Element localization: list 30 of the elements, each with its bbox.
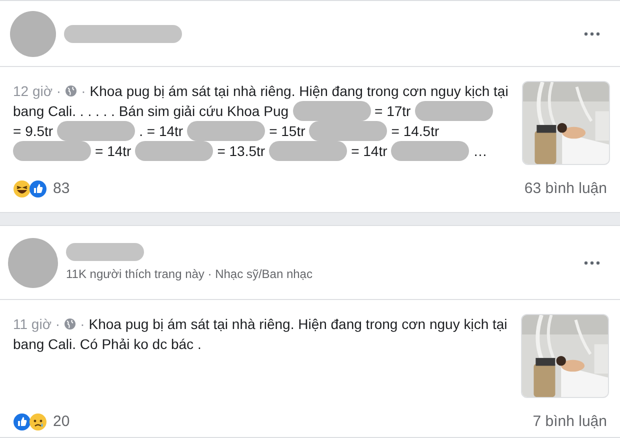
post-text: = 13.5tr — [217, 142, 266, 161]
reaction-count[interactable]: 83 — [53, 178, 70, 200]
post-time[interactable]: 11 giờ · — [13, 314, 60, 334]
post-text: = 9.5tr — [13, 122, 54, 141]
post-text: bang Cali. Có Phải ko dc bác . — [13, 335, 202, 354]
post-text: = 14.5tr — [391, 122, 440, 141]
post-text: . = 14tr — [139, 122, 184, 141]
post-text: Khoa pug bị ám sát tại nhà riêng. Hiện đang trong cơn nguy kịch tại — [88, 315, 508, 334]
thumbs-up-icon — [13, 412, 31, 431]
post-text: = 15tr — [269, 122, 306, 141]
more-icon[interactable] — [584, 32, 600, 36]
globe-icon — [65, 85, 78, 97]
sad-emoji-icon — [29, 412, 47, 431]
post-time[interactable]: 12 giờ · — [13, 81, 62, 101]
reaction-count[interactable]: 20 — [53, 410, 70, 433]
comment-count[interactable]: 7 bình luận — [532, 410, 607, 433]
thumbs-up-icon — [29, 180, 47, 198]
separator: · — [80, 315, 85, 334]
comment-count[interactable]: 63 bình luận — [524, 178, 607, 200]
page-subtitle: 11K người thích trang này · Nhạc sỹ/Ban nhạc — [66, 266, 312, 282]
post-text: = 14tr — [351, 142, 388, 161]
post-text: … — [473, 142, 488, 161]
post-text: = 14tr — [95, 142, 132, 161]
separator: · — [81, 82, 86, 101]
post-text: Khoa pug bị ám sát tại nhà riêng. Hiện đang trong cơn nguy kịch tại — [90, 82, 508, 101]
post-text: bang Cali. . . . . . Bán sim giải cứu Khoa Pug — [13, 102, 289, 121]
post-text: = 17tr — [374, 102, 411, 121]
globe-icon — [64, 318, 76, 330]
more-icon[interactable] — [584, 260, 600, 264]
laughing-emoji-icon — [13, 180, 31, 198]
